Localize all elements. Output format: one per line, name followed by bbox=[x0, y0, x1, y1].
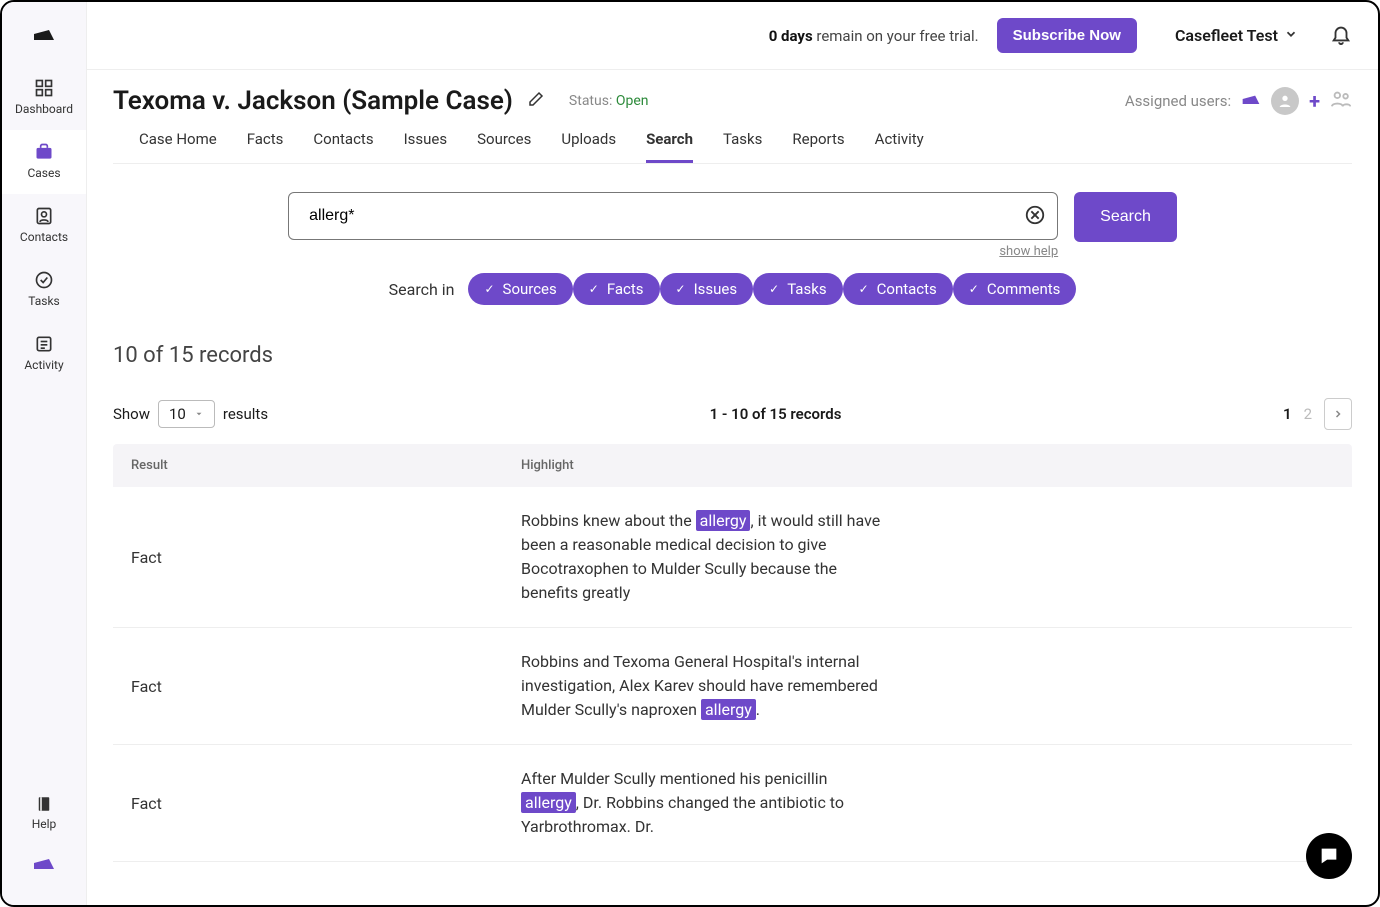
check-icon: ✓ bbox=[769, 282, 779, 296]
col-result-header: Result bbox=[131, 458, 521, 473]
tab-search[interactable]: Search bbox=[646, 130, 693, 163]
users-icon[interactable] bbox=[1330, 88, 1352, 114]
check-icon: ✓ bbox=[589, 282, 599, 296]
sidebar-item-label: Activity bbox=[2, 358, 86, 372]
highlight-term: allergy bbox=[521, 792, 576, 813]
status-label: Status: Open bbox=[569, 93, 649, 109]
sidebar-item-label: Tasks bbox=[2, 294, 86, 308]
assigned-brand-icon bbox=[1241, 89, 1261, 113]
topbar: 0 days remain on your free trial. Subscr… bbox=[87, 2, 1378, 70]
highlight-term: allergy bbox=[696, 510, 751, 531]
tab-reports[interactable]: Reports bbox=[792, 130, 844, 163]
range-text: 1 - 10 of 15 records bbox=[268, 405, 1283, 423]
result-highlight: Robbins and Texoma General Hospital's in… bbox=[521, 650, 881, 722]
add-user-button[interactable]: + bbox=[1309, 89, 1320, 113]
search-input[interactable] bbox=[288, 192, 1058, 240]
main: 0 days remain on your free trial. Subscr… bbox=[87, 2, 1378, 905]
show-results: Show 10 results bbox=[113, 400, 268, 428]
tab-tasks[interactable]: Tasks bbox=[723, 130, 762, 163]
sidebar-item-cases[interactable]: Cases bbox=[2, 130, 86, 194]
filter-chip-tasks[interactable]: ✓Tasks bbox=[753, 273, 842, 305]
case-title: Texoma v. Jackson (Sample Case) bbox=[113, 86, 513, 116]
tab-issues[interactable]: Issues bbox=[404, 130, 448, 163]
tab-uploads[interactable]: Uploads bbox=[561, 130, 616, 163]
sidebar: Dashboard Cases Contacts Tasks Activity … bbox=[2, 2, 87, 905]
org-name: Casefleet Test bbox=[1175, 26, 1278, 45]
logo-icon bbox=[32, 22, 56, 46]
briefcase-icon bbox=[2, 142, 86, 162]
filter-chip-facts[interactable]: ✓Facts bbox=[573, 273, 660, 305]
sidebar-item-label: Cases bbox=[2, 166, 86, 180]
page-1[interactable]: 1 bbox=[1283, 405, 1292, 423]
sidebar-item-help[interactable]: Help bbox=[2, 785, 86, 841]
case-header: Texoma v. Jackson (Sample Case) Status: … bbox=[87, 70, 1378, 164]
trial-text: 0 days remain on your free trial. bbox=[769, 27, 979, 45]
tab-case-home[interactable]: Case Home bbox=[139, 130, 217, 163]
highlight-term: allergy bbox=[701, 699, 756, 720]
result-row[interactable]: FactAfter Mulder Scully mentioned his pe… bbox=[113, 745, 1352, 862]
notifications-button[interactable] bbox=[1330, 23, 1352, 49]
result-row[interactable]: FactRobbins and Texoma General Hospital'… bbox=[113, 628, 1352, 745]
next-page-button[interactable] bbox=[1324, 398, 1352, 430]
table-head: Result Highlight bbox=[113, 444, 1352, 487]
tab-contacts[interactable]: Contacts bbox=[313, 130, 373, 163]
search-button[interactable]: Search bbox=[1074, 192, 1177, 242]
search-area: show help Search Search in ✓Sources✓Fact… bbox=[87, 164, 1378, 315]
tab-sources[interactable]: Sources bbox=[477, 130, 531, 163]
result-type: Fact bbox=[131, 794, 521, 813]
search-in-label: Search in bbox=[389, 280, 455, 299]
list-icon bbox=[2, 334, 86, 354]
trial-days: 0 days bbox=[769, 27, 813, 45]
page-size-select[interactable]: 10 bbox=[158, 400, 215, 428]
col-highlight-header: Highlight bbox=[521, 458, 1334, 473]
sidebar-item-dashboard[interactable]: Dashboard bbox=[2, 66, 86, 130]
sidebar-item-label: Contacts bbox=[2, 230, 86, 244]
book-icon bbox=[2, 795, 86, 813]
sidebar-item-label: Help bbox=[2, 817, 86, 831]
sidebar-item-tasks[interactable]: Tasks bbox=[2, 258, 86, 322]
results: 10 of 15 records Show 10 results 1 - 10 … bbox=[87, 315, 1378, 862]
trial-rest: remain on your free trial. bbox=[813, 27, 979, 45]
edit-button[interactable] bbox=[527, 90, 545, 112]
avatar[interactable] bbox=[1271, 87, 1299, 115]
assigned-users: Assigned users: + bbox=[1125, 87, 1352, 115]
filter-chip-issues[interactable]: ✓Issues bbox=[660, 273, 754, 305]
sidebar-item-label: Dashboard bbox=[2, 102, 86, 116]
result-highlight: Robbins knew about the allergy, it would… bbox=[521, 509, 881, 605]
org-picker[interactable]: Casefleet Test bbox=[1175, 26, 1298, 45]
records-count: 10 of 15 records bbox=[113, 343, 1352, 368]
tab-facts[interactable]: Facts bbox=[247, 130, 284, 163]
result-type: Fact bbox=[131, 677, 521, 696]
filter-chip-comments[interactable]: ✓Comments bbox=[953, 273, 1077, 305]
clear-button[interactable] bbox=[1024, 204, 1046, 230]
result-type: Fact bbox=[131, 548, 521, 567]
check-icon: ✓ bbox=[859, 282, 869, 296]
sidebar-item-activity[interactable]: Activity bbox=[2, 322, 86, 386]
filter-chip-contacts[interactable]: ✓Contacts bbox=[843, 273, 953, 305]
result-row[interactable]: FactRobbins knew about the allergy, it w… bbox=[113, 487, 1352, 628]
caret-down-icon bbox=[194, 405, 204, 423]
check-icon: ✓ bbox=[484, 282, 494, 296]
check-icon: ✓ bbox=[969, 282, 979, 296]
sidebar-item-contacts[interactable]: Contacts bbox=[2, 194, 86, 258]
search-in-row: Search in ✓Sources✓Facts✓Issues✓Tasks✓Co… bbox=[113, 273, 1352, 305]
chat-button[interactable] bbox=[1306, 833, 1352, 879]
filter-chip-sources[interactable]: ✓Sources bbox=[468, 273, 572, 305]
contact-icon bbox=[2, 206, 86, 226]
logo-purple-icon bbox=[2, 851, 86, 875]
subscribe-button[interactable]: Subscribe Now bbox=[997, 18, 1137, 53]
result-highlight: After Mulder Scully mentioned his penici… bbox=[521, 767, 881, 839]
assigned-label: Assigned users: bbox=[1125, 92, 1231, 110]
check-circle-icon bbox=[2, 270, 86, 290]
chevron-down-icon bbox=[1284, 26, 1298, 45]
status-value: Open bbox=[616, 93, 649, 109]
page-2[interactable]: 2 bbox=[1304, 405, 1312, 423]
brand-icon[interactable] bbox=[2, 841, 86, 889]
show-help-link[interactable]: show help bbox=[288, 244, 1058, 259]
grid-icon bbox=[2, 78, 86, 98]
case-tabs: Case Home Facts Contacts Issues Sources Uploa… bbox=[113, 116, 1352, 164]
check-icon: ✓ bbox=[676, 282, 686, 296]
pager: 12 bbox=[1283, 398, 1352, 430]
tab-activity[interactable]: Activity bbox=[875, 130, 924, 163]
